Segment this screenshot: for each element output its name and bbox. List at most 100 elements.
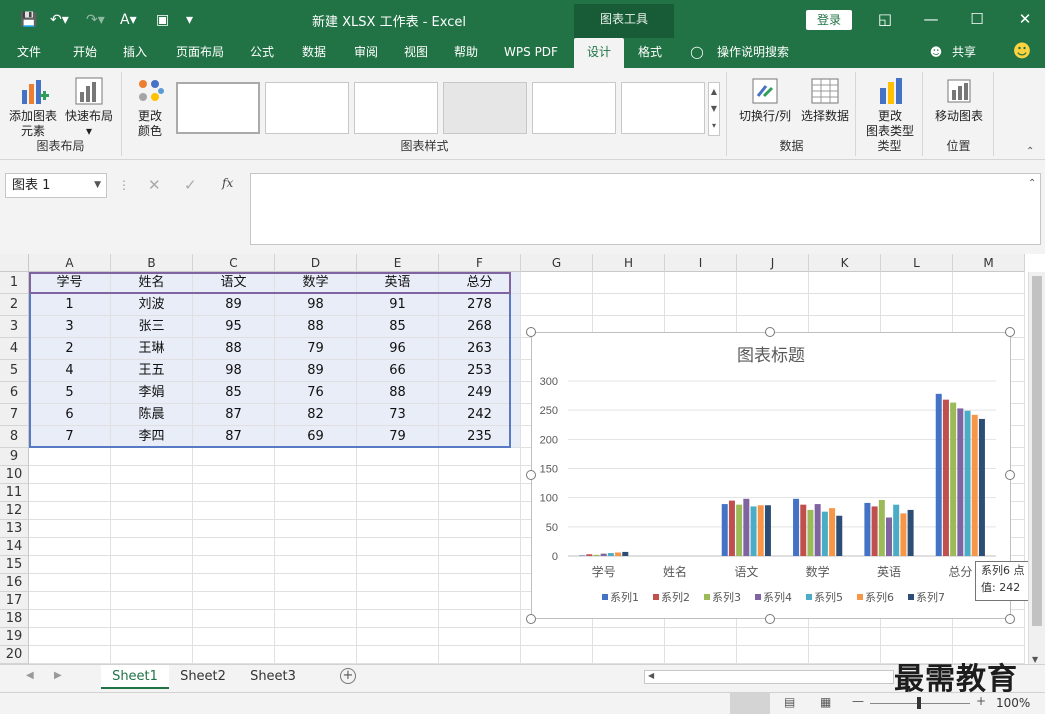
table-cell[interactable] (193, 466, 275, 484)
table-cell[interactable]: 95 (193, 316, 275, 338)
column-header[interactable]: L (881, 254, 953, 272)
sheet-tab-2[interactable]: Sheet2 (170, 665, 236, 689)
table-cell[interactable] (439, 610, 521, 628)
column-header[interactable]: E (357, 254, 439, 272)
table-cell[interactable] (275, 628, 357, 646)
table-cell[interactable]: 5 (29, 382, 111, 404)
resize-handle-top-right[interactable] (1005, 327, 1015, 337)
bar[interactable] (579, 555, 586, 556)
chart-style-6[interactable] (621, 82, 705, 134)
table-cell[interactable] (357, 556, 439, 574)
page-break-view-icon[interactable]: ▦ (820, 695, 831, 709)
table-header-cell[interactable] (737, 272, 809, 294)
table-cell[interactable] (275, 466, 357, 484)
row-header[interactable]: 12 (0, 502, 29, 520)
table-cell[interactable] (275, 574, 357, 592)
table-cell[interactable] (275, 538, 357, 556)
smiley-icon[interactable]: ☻ (1010, 38, 1034, 68)
bar[interactable] (942, 399, 949, 556)
tab-home[interactable]: 开始 (60, 38, 110, 68)
bar[interactable] (821, 511, 828, 556)
column-header[interactable]: G (521, 254, 593, 272)
switch-row-column-button[interactable]: 切换行/列 (734, 76, 796, 124)
chart-style-4[interactable] (443, 82, 527, 134)
tab-review[interactable]: 审阅 (344, 38, 388, 68)
row-header[interactable]: 1 (0, 272, 29, 294)
row-header[interactable]: 11 (0, 484, 29, 502)
row-header[interactable]: 16 (0, 574, 29, 592)
table-cell[interactable] (193, 520, 275, 538)
tab-insert[interactable]: 插入 (112, 38, 158, 68)
table-cell[interactable] (439, 556, 521, 574)
table-cell[interactable] (29, 484, 111, 502)
table-cell[interactable] (111, 574, 193, 592)
chart-style-2[interactable] (265, 82, 349, 134)
column-header[interactable]: B (111, 254, 193, 272)
resize-handle-left[interactable] (526, 470, 536, 480)
table-header-cell[interactable] (521, 272, 593, 294)
table-cell[interactable] (593, 646, 665, 664)
table-cell[interactable] (881, 628, 953, 646)
table-cell[interactable] (193, 538, 275, 556)
bar[interactable] (893, 504, 900, 556)
table-cell[interactable] (275, 484, 357, 502)
table-cell[interactable] (439, 646, 521, 664)
table-cell[interactable]: 87 (193, 426, 275, 448)
redo-icon[interactable]: ↷▾ (86, 10, 105, 30)
table-cell[interactable] (665, 628, 737, 646)
row-header[interactable]: 8 (0, 426, 29, 448)
column-header[interactable]: M (953, 254, 1025, 272)
column-header[interactable]: C (193, 254, 275, 272)
worksheet-grid[interactable]: ABCDEFGHIJKLM 1 2 3 4 5 6 7 8 9 10 11 12 13 14 15 16 17 1… (0, 254, 1045, 664)
tab-formulas[interactable]: 公式 (240, 38, 284, 68)
bar[interactable] (878, 500, 885, 556)
table-cell[interactable] (439, 502, 521, 520)
font-color-icon[interactable]: A▾ (120, 10, 137, 30)
table-cell[interactable]: 76 (275, 382, 357, 404)
undo-icon[interactable]: ↶▾ (50, 10, 69, 30)
bar[interactable] (743, 498, 750, 556)
table-cell[interactable]: 85 (193, 382, 275, 404)
table-cell[interactable] (29, 628, 111, 646)
table-cell[interactable] (29, 574, 111, 592)
table-cell[interactable]: 89 (275, 360, 357, 382)
scroll-down-icon[interactable]: ▼ (1032, 655, 1038, 664)
table-cell[interactable]: 4 (29, 360, 111, 382)
table-cell[interactable] (111, 592, 193, 610)
change-colors-button[interactable]: 更改 颜色 (127, 76, 173, 139)
row-header[interactable]: 7 (0, 404, 29, 426)
chart[interactable]: 图表标题 0 50 100 150 200 250 300 学号 姓名 语文 数学 英语 总分 系列1 系列… (531, 332, 1011, 619)
table-cell[interactable] (357, 610, 439, 628)
table-cell[interactable] (881, 294, 953, 316)
table-cell[interactable]: 88 (357, 382, 439, 404)
scroll-tabs-left-icon[interactable]: ◀ (26, 670, 34, 681)
table-cell[interactable] (439, 466, 521, 484)
bar[interactable] (721, 504, 728, 556)
table-header-cell[interactable]: 英语 (357, 272, 439, 294)
table-cell[interactable] (357, 484, 439, 502)
row-header[interactable]: 4 (0, 338, 29, 360)
table-cell[interactable] (193, 484, 275, 502)
table-cell[interactable] (111, 484, 193, 502)
column-header[interactable]: F (439, 254, 521, 272)
table-cell[interactable] (357, 592, 439, 610)
column-header[interactable]: J (737, 254, 809, 272)
table-cell[interactable] (357, 502, 439, 520)
bar[interactable] (907, 509, 914, 556)
bar[interactable] (957, 408, 964, 556)
table-cell[interactable] (193, 646, 275, 664)
table-cell[interactable]: 242 (439, 404, 521, 426)
table-header-cell[interactable] (593, 272, 665, 294)
bar[interactable] (886, 517, 892, 557)
table-cell[interactable]: 253 (439, 360, 521, 382)
table-cell[interactable] (737, 628, 809, 646)
table-cell[interactable]: 79 (275, 338, 357, 360)
tab-data[interactable]: 数据 (292, 38, 336, 68)
table-cell[interactable] (193, 610, 275, 628)
table-header-cell[interactable] (809, 272, 881, 294)
bar[interactable] (793, 498, 800, 556)
row-header[interactable]: 3 (0, 316, 29, 338)
table-cell[interactable]: 刘波 (111, 294, 193, 316)
table-cell[interactable] (809, 646, 881, 664)
row-header[interactable]: 13 (0, 520, 29, 538)
